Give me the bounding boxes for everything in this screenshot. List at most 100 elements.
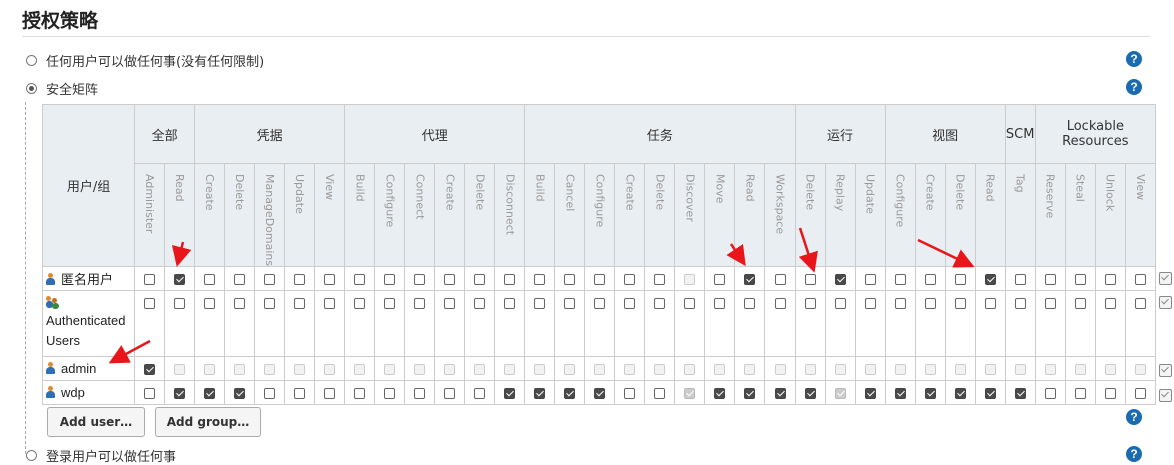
help-icon-matrix[interactable]: ? bbox=[1126, 79, 1142, 95]
permission-checkbox[interactable] bbox=[444, 274, 456, 286]
radio-option-logged-in[interactable]: 登录用户可以做任何事 bbox=[26, 446, 176, 465]
add-user-button[interactable]: Add user… bbox=[47, 407, 145, 437]
select-all-row-icon[interactable] bbox=[1159, 296, 1172, 309]
permission-checkbox[interactable] bbox=[1104, 274, 1116, 286]
permission-checkbox[interactable] bbox=[594, 388, 606, 400]
permission-checkbox[interactable] bbox=[534, 298, 546, 310]
permission-checkbox[interactable] bbox=[1134, 388, 1146, 400]
permission-checkbox[interactable] bbox=[744, 274, 756, 286]
permission-checkbox[interactable] bbox=[564, 388, 576, 400]
permission-checkbox[interactable] bbox=[264, 274, 276, 286]
permission-checkbox[interactable] bbox=[1134, 298, 1146, 310]
permission-checkbox[interactable] bbox=[714, 298, 726, 310]
permission-checkbox[interactable] bbox=[744, 388, 756, 400]
permission-checkbox[interactable] bbox=[894, 298, 906, 310]
permission-checkbox[interactable] bbox=[894, 274, 906, 286]
permission-checkbox[interactable] bbox=[564, 274, 576, 286]
permission-checkbox[interactable] bbox=[744, 298, 756, 310]
radio-option-matrix[interactable]: 安全矩阵 bbox=[26, 79, 98, 98]
permission-checkbox[interactable] bbox=[1074, 388, 1086, 400]
permission-checkbox[interactable] bbox=[1044, 274, 1056, 286]
permission-checkbox[interactable] bbox=[354, 274, 366, 286]
permission-checkbox[interactable] bbox=[624, 274, 636, 286]
permission-checkbox[interactable] bbox=[954, 388, 966, 400]
permission-checkbox[interactable] bbox=[474, 388, 486, 400]
permission-checkbox[interactable] bbox=[354, 298, 366, 310]
permission-checkbox[interactable] bbox=[714, 274, 726, 286]
permission-checkbox[interactable] bbox=[1074, 298, 1086, 310]
permission-checkbox[interactable] bbox=[984, 274, 996, 286]
permission-checkbox[interactable] bbox=[144, 388, 156, 400]
permission-checkbox[interactable] bbox=[624, 388, 636, 400]
permission-checkbox[interactable] bbox=[384, 298, 396, 310]
radio-button-logged-in[interactable] bbox=[26, 449, 37, 461]
permission-checkbox[interactable] bbox=[774, 298, 786, 310]
permission-checkbox[interactable] bbox=[234, 388, 246, 400]
permission-checkbox[interactable] bbox=[234, 298, 246, 310]
permission-checkbox[interactable] bbox=[984, 298, 996, 310]
permission-checkbox[interactable] bbox=[954, 274, 966, 286]
permission-checkbox[interactable] bbox=[444, 298, 456, 310]
radio-option-unrestricted[interactable]: 任何用户可以做任何事(没有任何限制) bbox=[26, 51, 264, 70]
permission-checkbox[interactable] bbox=[804, 388, 816, 400]
permission-checkbox[interactable] bbox=[144, 298, 156, 310]
permission-checkbox[interactable] bbox=[414, 274, 426, 286]
permission-checkbox[interactable] bbox=[384, 274, 396, 286]
permission-checkbox[interactable] bbox=[144, 274, 156, 286]
permission-checkbox[interactable] bbox=[1104, 388, 1116, 400]
radio-button-unrestricted[interactable] bbox=[26, 54, 37, 66]
add-group-button[interactable]: Add group… bbox=[155, 407, 261, 437]
help-icon-unrestricted[interactable]: ? bbox=[1126, 51, 1142, 67]
radio-button-matrix[interactable] bbox=[26, 82, 37, 94]
permission-checkbox[interactable] bbox=[504, 298, 516, 310]
permission-checkbox[interactable] bbox=[864, 298, 876, 310]
permission-checkbox[interactable] bbox=[234, 274, 246, 286]
permission-checkbox[interactable] bbox=[504, 388, 516, 400]
permission-checkbox[interactable] bbox=[204, 388, 216, 400]
permission-checkbox[interactable] bbox=[534, 388, 546, 400]
permission-checkbox[interactable] bbox=[924, 388, 936, 400]
permission-checkbox[interactable] bbox=[264, 298, 276, 310]
permission-checkbox[interactable] bbox=[294, 298, 306, 310]
permission-checkbox[interactable] bbox=[774, 388, 786, 400]
permission-checkbox[interactable] bbox=[324, 388, 336, 400]
permission-checkbox[interactable] bbox=[1014, 388, 1026, 400]
permission-checkbox[interactable] bbox=[924, 274, 936, 286]
permission-checkbox[interactable] bbox=[1014, 298, 1026, 310]
select-all-row-icon[interactable] bbox=[1159, 272, 1172, 285]
permission-checkbox[interactable] bbox=[264, 388, 276, 400]
permission-checkbox[interactable] bbox=[624, 298, 636, 310]
permission-checkbox[interactable] bbox=[654, 274, 666, 286]
permission-checkbox[interactable] bbox=[414, 388, 426, 400]
permission-checkbox[interactable] bbox=[1104, 298, 1116, 310]
help-icon-logged-in[interactable]: ? bbox=[1126, 446, 1142, 462]
permission-checkbox[interactable] bbox=[1134, 274, 1146, 286]
permission-checkbox[interactable] bbox=[564, 298, 576, 310]
permission-checkbox[interactable] bbox=[834, 274, 846, 286]
permission-checkbox[interactable] bbox=[324, 298, 336, 310]
permission-checkbox[interactable] bbox=[294, 388, 306, 400]
permission-checkbox[interactable] bbox=[384, 388, 396, 400]
permission-checkbox[interactable] bbox=[474, 274, 486, 286]
permission-checkbox[interactable] bbox=[324, 274, 336, 286]
permission-checkbox[interactable] bbox=[654, 298, 666, 310]
permission-checkbox[interactable] bbox=[774, 274, 786, 286]
permission-checkbox[interactable] bbox=[1014, 274, 1026, 286]
permission-checkbox[interactable] bbox=[534, 274, 546, 286]
permission-checkbox[interactable] bbox=[1044, 298, 1056, 310]
permission-checkbox[interactable] bbox=[144, 364, 156, 376]
permission-checkbox[interactable] bbox=[894, 388, 906, 400]
permission-checkbox[interactable] bbox=[174, 274, 186, 286]
permission-checkbox[interactable] bbox=[474, 298, 486, 310]
permission-checkbox[interactable] bbox=[204, 274, 216, 286]
permission-checkbox[interactable] bbox=[954, 298, 966, 310]
permission-checkbox[interactable] bbox=[864, 388, 876, 400]
permission-checkbox[interactable] bbox=[174, 388, 186, 400]
permission-checkbox[interactable] bbox=[444, 388, 456, 400]
permission-checkbox[interactable] bbox=[1044, 388, 1056, 400]
permission-checkbox[interactable] bbox=[354, 388, 366, 400]
permission-checkbox[interactable] bbox=[504, 274, 516, 286]
permission-checkbox[interactable] bbox=[684, 298, 696, 310]
permission-checkbox[interactable] bbox=[594, 274, 606, 286]
permission-checkbox[interactable] bbox=[984, 388, 996, 400]
